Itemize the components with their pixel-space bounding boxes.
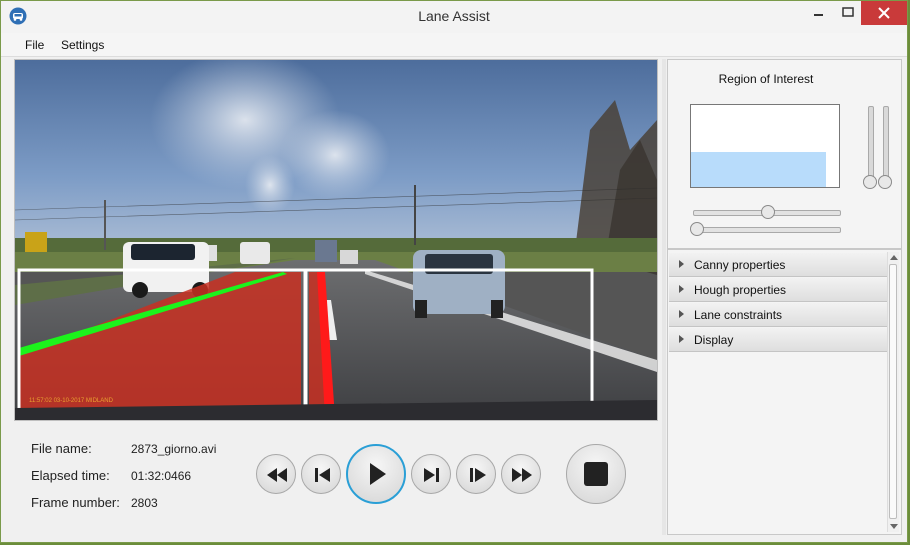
slider-knob[interactable] <box>878 175 892 189</box>
stop-button[interactable] <box>566 444 626 504</box>
stop-icon <box>584 462 608 486</box>
expand-arrow-icon <box>679 260 684 268</box>
roi-horizontal-slider-2[interactable] <box>690 222 841 236</box>
frame-number-value: 2803 <box>131 496 158 510</box>
fast-rewind-button[interactable] <box>256 454 296 494</box>
frame-number-label: Frame number: <box>31 495 120 510</box>
step-forward-button[interactable] <box>456 454 496 494</box>
slider-knob[interactable] <box>863 175 877 189</box>
fast-forward-button[interactable] <box>501 454 541 494</box>
menu-file[interactable]: File <box>25 38 44 52</box>
file-name-label: File name: <box>31 441 92 456</box>
scroll-thumb[interactable] <box>889 264 897 519</box>
accordion-label: Lane constraints <box>694 308 783 322</box>
roi-vertical-slider-2[interactable] <box>878 106 892 189</box>
window-title: Lane Assist <box>418 8 490 24</box>
elapsed-time-value: 01:32:0466 <box>131 469 192 483</box>
roi-region-fill <box>691 152 826 187</box>
accordion-canny-properties[interactable]: Canny properties <box>669 253 887 277</box>
playback-info-area: File name: 2873_giorno.avi Elapsed time:… <box>14 424 659 535</box>
properties-accordion: Canny properties Hough properties Lane c… <box>667 249 902 535</box>
step-forward-icon <box>470 468 486 482</box>
roi-title: Region of Interest <box>718 72 814 86</box>
roi-horizontal-slider-1[interactable] <box>693 205 841 219</box>
file-name-value: 2873_giorno.avi <box>131 442 217 456</box>
app-window: Lane Assist File Settings 11:57:02 03-10… <box>0 0 908 543</box>
slider-knob[interactable] <box>761 205 775 219</box>
skip-next-button[interactable] <box>411 454 451 494</box>
vertical-scrollbar[interactable] <box>887 252 899 532</box>
menu-settings[interactable]: Settings <box>61 38 104 52</box>
accordion-label: Display <box>694 333 734 347</box>
accordion-label: Hough properties <box>694 283 787 297</box>
pane-divider[interactable] <box>662 59 666 535</box>
minimize-icon <box>814 14 823 16</box>
fast-forward-icon <box>512 468 532 482</box>
accordion-hough-properties[interactable]: Hough properties <box>669 278 887 302</box>
settings-panel: Region of Interest Canny properties Houg… <box>667 59 902 535</box>
accordion-label: Canny properties <box>694 258 786 272</box>
video-frame[interactable]: 11:57:02 03-10-2017 MIDLAND <box>14 59 658 421</box>
scroll-down-icon[interactable] <box>890 524 898 529</box>
scroll-up-icon[interactable] <box>890 255 898 260</box>
skip-previous-icon <box>315 468 330 482</box>
maximize-icon <box>842 7 854 17</box>
fast-rewind-icon <box>267 468 287 482</box>
expand-arrow-icon <box>679 310 684 318</box>
road-scene-image: 11:57:02 03-10-2017 MIDLAND <box>15 60 657 420</box>
video-timestamp-overlay: 11:57:02 03-10-2017 MIDLAND <box>29 398 114 404</box>
expand-arrow-icon <box>679 285 684 293</box>
skip-next-icon <box>424 468 439 482</box>
minimize-button[interactable] <box>801 1 835 25</box>
roi-preview <box>690 104 840 188</box>
play-icon <box>370 463 386 485</box>
play-button[interactable] <box>346 444 406 504</box>
close-icon <box>878 7 890 19</box>
skip-previous-button[interactable] <box>301 454 341 494</box>
accordion-display[interactable]: Display <box>669 328 887 352</box>
maximize-button[interactable] <box>835 1 861 25</box>
expand-arrow-icon <box>679 335 684 343</box>
close-button[interactable] <box>861 1 907 25</box>
roi-vertical-slider-1[interactable] <box>863 106 877 189</box>
title-bar[interactable]: Lane Assist <box>1 1 907 33</box>
menu-bar: File Settings <box>1 33 907 57</box>
accordion-lane-constraints[interactable]: Lane constraints <box>669 303 887 327</box>
slider-knob[interactable] <box>690 222 704 236</box>
roi-section: Region of Interest <box>667 59 902 249</box>
elapsed-time-label: Elapsed time: <box>31 468 110 483</box>
